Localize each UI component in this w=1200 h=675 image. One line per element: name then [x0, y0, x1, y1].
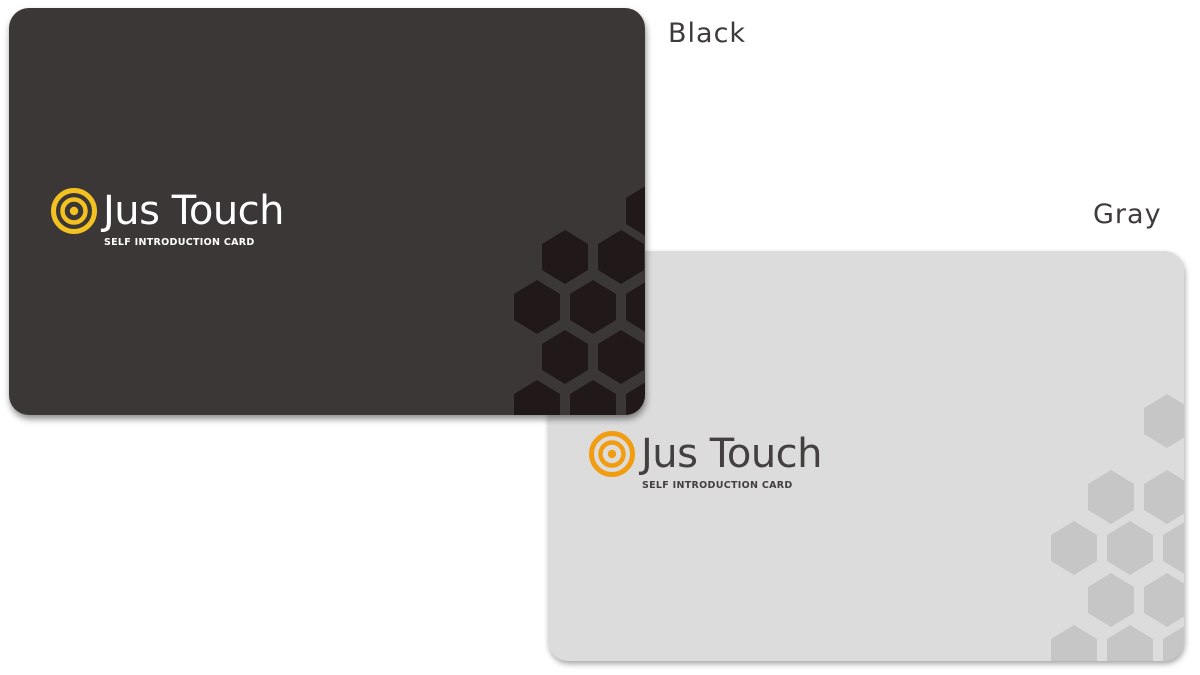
hexagon — [514, 380, 560, 415]
hexagon — [1144, 573, 1184, 627]
hexagon-group — [514, 186, 645, 415]
hexagon — [1051, 521, 1097, 575]
variant-label-black: Black — [668, 18, 747, 49]
hexagon — [1163, 626, 1184, 661]
hexagon — [1107, 521, 1153, 575]
brand-logo: Jus Touch SELF INTRODUCTION CARD — [589, 431, 823, 491]
hexagon — [570, 280, 616, 334]
brand-name: Jus Touch — [103, 188, 285, 234]
logo-row: Jus Touch — [51, 188, 285, 234]
hexagon — [626, 282, 645, 332]
hexagon — [1088, 470, 1134, 524]
target-rings-icon — [589, 431, 635, 477]
center-dot — [607, 449, 617, 459]
tagline: SELF INTRODUCTION CARD — [642, 480, 793, 491]
hexagon — [1051, 625, 1097, 661]
hexagon — [626, 382, 645, 415]
target-rings-icon — [51, 188, 97, 234]
black-card: Jus Touch SELF INTRODUCTION CARD — [9, 8, 645, 415]
hexagon — [514, 280, 560, 334]
hexagon-group — [1051, 394, 1184, 661]
hexagon — [1163, 522, 1184, 574]
hexagon — [598, 330, 644, 384]
tagline: SELF INTRODUCTION CARD — [104, 237, 255, 248]
brand-name: Jus Touch — [641, 431, 823, 477]
hexagon — [598, 230, 644, 284]
hexagon — [1088, 573, 1134, 627]
brand-logo: Jus Touch SELF INTRODUCTION CARD — [51, 188, 285, 248]
hexagon — [570, 380, 616, 415]
hexagon — [626, 186, 645, 236]
card-color-comparison: Black Gray Jus Touch SELF INTRODUCTION C… — [0, 0, 1200, 675]
hexagon — [1107, 625, 1153, 661]
hexagon — [1144, 394, 1184, 448]
variant-label-gray: Gray — [1093, 199, 1162, 230]
hexagon — [542, 230, 588, 284]
logo-row: Jus Touch — [589, 431, 823, 477]
hexagon — [542, 330, 588, 384]
hexagon — [1144, 470, 1184, 524]
center-dot — [69, 206, 79, 216]
